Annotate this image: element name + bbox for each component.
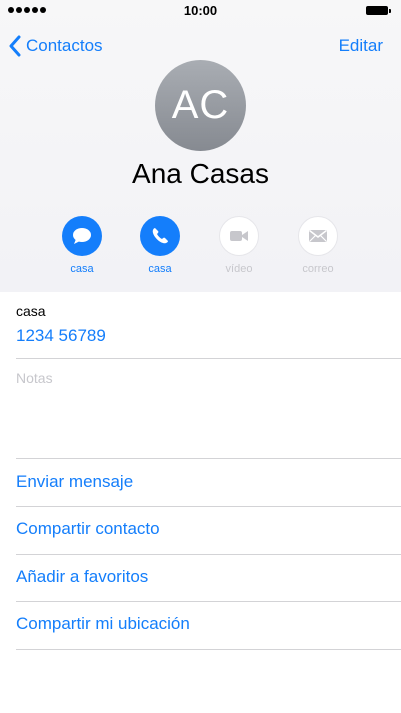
back-button[interactable]: Contactos	[8, 34, 103, 58]
avatar: AC	[155, 60, 246, 151]
video-button[interactable]: vídeo	[209, 216, 269, 275]
send-message-link[interactable]: Enviar mensaje	[16, 472, 133, 492]
message-button[interactable]: casa	[52, 216, 112, 275]
message-icon	[62, 216, 102, 256]
divider	[16, 358, 401, 359]
phone-label: casa	[16, 303, 46, 319]
chevron-left-icon	[9, 35, 21, 57]
divider	[16, 554, 401, 555]
divider	[16, 601, 401, 602]
mail-icon	[298, 216, 338, 256]
share-contact-link[interactable]: Compartir contacto	[16, 519, 160, 539]
divider	[16, 649, 401, 650]
contact-name: Ana Casas	[132, 158, 269, 189]
edit-button[interactable]: Editar	[339, 34, 383, 58]
phone-number[interactable]: 1234 56789	[16, 326, 106, 346]
status-time: 10:00	[183, 3, 218, 18]
divider	[16, 506, 401, 507]
share-location-link[interactable]: Compartir mi ubicación	[16, 614, 190, 634]
back-button-label: Contactos	[26, 36, 103, 55]
divider	[16, 458, 401, 459]
mail-button[interactable]: correo	[288, 216, 348, 275]
call-button[interactable]: casa	[130, 216, 190, 275]
video-button-label: vídeo	[225, 263, 253, 275]
notes-field[interactable]: Notas	[16, 370, 53, 386]
status-bar: 10:00	[0, 0, 401, 22]
phone-icon	[140, 216, 180, 256]
mail-button-label: correo	[302, 263, 334, 275]
battery-icon	[366, 6, 391, 15]
call-button-label: casa	[148, 263, 172, 275]
message-button-label: casa	[70, 263, 94, 275]
add-favorites-link[interactable]: Añadir a favoritos	[16, 567, 148, 587]
video-icon	[219, 216, 259, 256]
